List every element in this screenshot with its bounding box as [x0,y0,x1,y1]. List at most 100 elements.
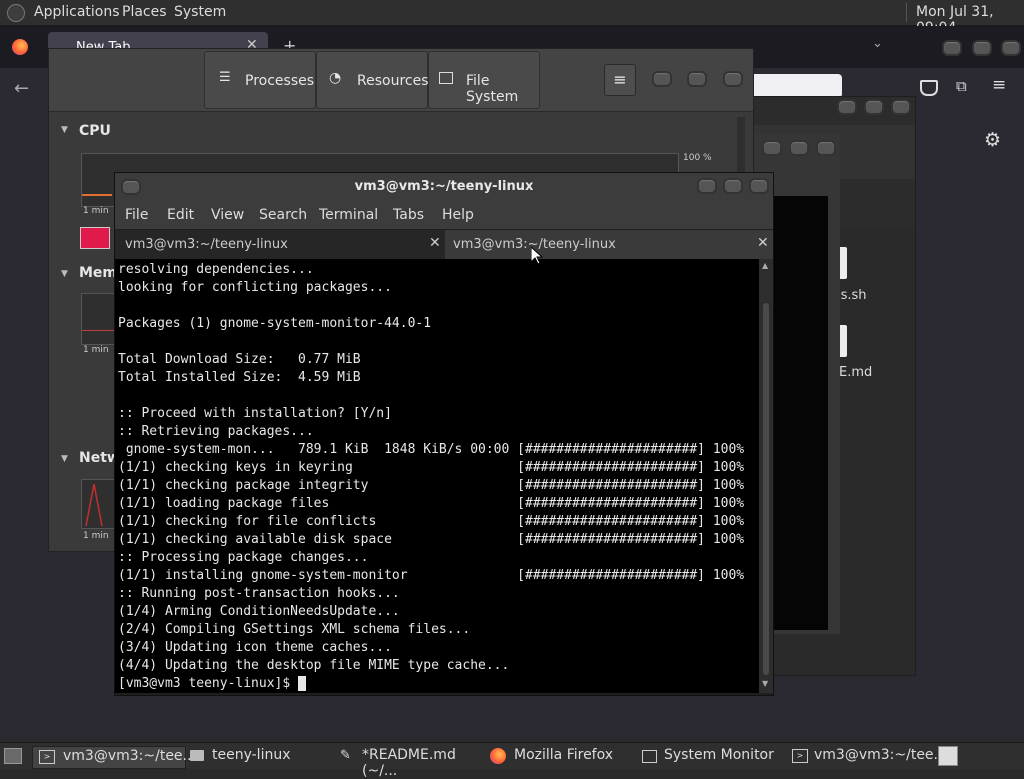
terminal-line: (1/1) checking package integrity [######… [118,478,745,493]
scrollbar[interactable]: ▲ ▼ [759,259,773,693]
list-tabs-icon[interactable]: ⌄ [872,36,883,51]
taskbar-item[interactable]: Mozilla Firefox [488,746,630,767]
scroll-up-icon[interactable]: ▲ [762,261,768,270]
extensions-icon[interactable]: ⧉ [956,77,967,95]
cpu-line [82,194,112,196]
close-tab-icon[interactable]: ✕ [757,235,769,251]
tab-terminal-1[interactable]: vm3@vm3:~/teeny-linux ✕ [115,230,445,259]
close-icon[interactable] [1001,40,1021,56]
tab-file-system[interactable]: File System [428,51,540,109]
tab-title: vm3@vm3:~/teeny-linux [125,237,288,252]
firefox-icon [12,39,28,55]
system-menu[interactable]: System [174,4,226,20]
memory-expander-icon[interactable]: ▼ [61,269,68,279]
tab-resources[interactable]: ◔ Resources [316,51,429,109]
terminal-line: Total Installed Size: 4.59 MiB [118,370,361,385]
terminal-line: Total Download Size: 0.77 MiB [118,352,361,367]
taskbar-item-label: vm3@vm3:~/tee... [814,747,947,763]
terminal-line: (1/1) checking available disk space [###… [118,532,745,547]
taskbar-item[interactable]: teeny-linux [186,746,330,767]
scroll-down-icon[interactable]: ▼ [762,679,768,688]
terminal-line: (4/4) Updating the desktop file MIME typ… [118,658,510,673]
list-icon: ☰ [219,70,231,85]
taskbar-item-label: System Monitor [664,747,774,763]
menu-file[interactable]: File [125,207,148,223]
close-tab-icon[interactable]: ✕ [429,235,441,251]
maximize-icon[interactable] [687,71,707,87]
terminal-line: :: Running post-transaction hooks... [118,586,400,601]
minimize-icon[interactable] [837,99,857,115]
taskbar-item-label: vm3@vm3:~/tee... [63,748,196,764]
taskbar-item[interactable]: System Monitor [638,746,784,767]
tab-terminal-2[interactable]: vm3@vm3:~/teeny-linux ✕ [445,230,773,259]
back-icon[interactable]: ← [14,78,29,99]
tab-label: Resources [357,73,429,89]
terminal-line: gnome-system-mon... 789.1 KiB 1848 KiB/s… [118,442,745,457]
minimize-icon[interactable] [762,140,782,156]
close-icon[interactable] [723,71,743,87]
taskbar-item[interactable]: > vm3@vm3:~/tee... [788,746,947,767]
taskbar-item[interactable]: ✎ *README.md (~/... [336,746,484,779]
maximize-icon[interactable] [789,140,809,156]
folder-icon [190,750,204,761]
close-icon[interactable] [891,99,911,115]
terminal-text: resolving dependencies... looking for co… [118,261,744,693]
cpu-color-swatch[interactable] [80,227,110,249]
cpu-percent-label: 100 % [683,153,712,163]
terminal-output[interactable]: resolving dependencies... looking for co… [115,259,759,693]
menu-search[interactable]: Search [259,207,307,223]
taskbar-item[interactable]: > vm3@vm3:~/tee... [32,746,196,769]
terminal-line: :: Retrieving packages... [118,424,314,439]
top-panel: Applications Places System Mon Jul 31, 0… [0,0,1024,36]
maximize-icon[interactable] [864,99,884,115]
maximize-icon[interactable] [972,40,992,56]
menu-view[interactable]: View [211,207,244,223]
workspace-switcher-icon[interactable] [938,746,958,766]
distro-logo-icon[interactable] [7,4,25,22]
menu-terminal[interactable]: Terminal [319,207,378,223]
terminal-cursor [298,676,306,691]
network-expander-icon[interactable]: ▼ [61,454,68,464]
cpu-expander-icon[interactable]: ▼ [61,125,68,135]
terminal-titlebar[interactable]: vm3@vm3:~/teeny-linux [115,173,773,201]
tab-processes[interactable]: ☰ Processes [204,51,316,109]
minimize-icon[interactable] [652,71,672,87]
gauge-icon: ◔ [329,70,342,86]
terminal-line: (1/1) installing gnome-system-monitor [#… [118,568,745,583]
terminal-line: :: Proceed with installation? [Y/n] [118,406,392,421]
minimize-icon[interactable] [942,40,962,56]
minimize-icon[interactable] [697,178,717,194]
menu-icon[interactable]: ≡ [992,75,1006,95]
time-label: 1 min [83,206,109,216]
window-title: vm3@vm3:~/teeny-linux [354,179,534,194]
terminal-icon: > [39,750,55,764]
url-bar[interactable] [740,74,842,98]
system-monitor-header: ☰ Processes ◔ Resources File System ≡ [49,49,753,112]
places-menu[interactable]: Places [122,4,167,20]
drive-icon [439,72,453,84]
terminal-line: Packages (1) gnome-system-monitor-44.0-1 [118,316,432,331]
terminal-line: [vm3@vm3 teeny-linux]$ [118,676,299,691]
applications-menu[interactable]: Applications [34,4,120,20]
menu-help[interactable]: Help [442,207,474,223]
monitor-icon [642,750,657,763]
file-item-label[interactable]: E.md [839,365,872,380]
terminal-window: vm3@vm3:~/teeny-linux File Edit View Sea… [114,172,774,696]
mouse-pointer-icon [531,247,543,265]
taskbar-item-label: Mozilla Firefox [514,747,614,763]
firefox-icon [490,748,506,764]
close-icon[interactable] [749,178,769,194]
scroll-thumb[interactable] [763,303,769,675]
maximize-icon[interactable] [723,178,743,194]
settings-gear-icon[interactable]: ⚙ [984,129,1001,151]
menu-tabs[interactable]: Tabs [393,207,424,223]
panel-separator [906,3,907,22]
menu-edit[interactable]: Edit [167,207,194,223]
hamburger-menu-button[interactable]: ≡ [604,64,636,96]
taskbar: > vm3@vm3:~/tee... teeny-linux ✎ *README… [0,742,1024,779]
pocket-icon[interactable] [920,80,938,96]
show-desktop-icon[interactable] [4,748,22,764]
close-icon[interactable] [816,140,836,156]
time-label: 1 min [83,345,109,355]
terminal-line: looking for conflicting packages... [118,280,392,295]
